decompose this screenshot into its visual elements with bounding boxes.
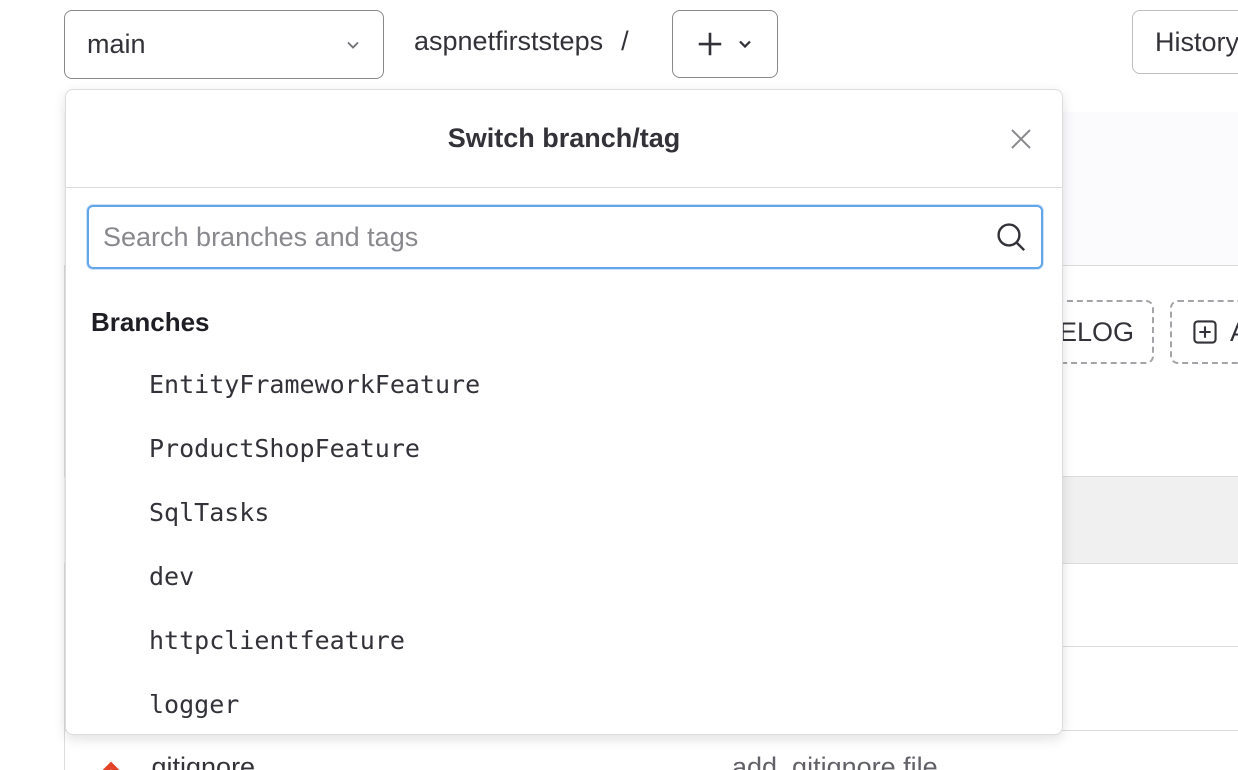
branch-list: EntityFrameworkFeature ProductShopFeatur… <box>66 352 1062 734</box>
repository-page: ELOG A .gitignore add .gitignore file ma… <box>0 0 1238 770</box>
branch-selector[interactable]: main <box>64 10 384 79</box>
chevron-down-icon <box>739 40 751 49</box>
branch-item-entityframeworkfeature[interactable]: EntityFrameworkFeature <box>66 352 1062 416</box>
close-button[interactable] <box>1006 124 1036 154</box>
branch-item-dev[interactable]: dev <box>66 544 1062 608</box>
breadcrumb-separator: / <box>621 26 629 56</box>
search-field[interactable] <box>87 205 1043 269</box>
table-row[interactable]: .gitignore add .gitignore file <box>98 752 1198 770</box>
branch-item-logger[interactable]: logger <box>66 672 1062 734</box>
branch-item-productshopfeature[interactable]: ProductShopFeature <box>66 416 1062 480</box>
add-file-label: A <box>1230 317 1238 348</box>
plus-square-icon <box>1193 320 1217 344</box>
popover-title: Switch branch/tag <box>447 123 681 153</box>
commit-message[interactable]: add .gitignore file <box>732 752 938 770</box>
search-input[interactable] <box>103 221 995 253</box>
branches-section-label: Branches <box>91 307 210 337</box>
repo-name-link[interactable]: aspnetfirststeps <box>414 26 603 57</box>
branch-item-httpclientfeature[interactable]: httpclientfeature <box>66 608 1062 672</box>
add-changelog-label: ELOG <box>1058 316 1134 347</box>
search-icon[interactable] <box>995 221 1027 253</box>
chevron-down-icon <box>347 41 359 49</box>
history-button[interactable]: History <box>1132 10 1238 74</box>
history-button-label: History <box>1155 26 1238 57</box>
close-icon <box>1011 129 1031 149</box>
branch-item-sqltasks[interactable]: SqlTasks <box>66 480 1062 544</box>
branch-selector-value: main <box>87 29 146 59</box>
popover-header: Switch branch/tag <box>66 90 1062 188</box>
add-to-tree-dropdown[interactable] <box>672 10 778 78</box>
breadcrumb: aspnetfirststeps / <box>414 26 629 57</box>
file-name[interactable]: .gitignore <box>144 752 732 770</box>
plus-icon <box>698 32 722 56</box>
add-file-button[interactable]: A <box>1170 300 1238 364</box>
switch-branch-popover: Switch branch/tag Branches EntityFramewo… <box>65 89 1063 735</box>
gitignore-file-icon <box>102 761 120 770</box>
